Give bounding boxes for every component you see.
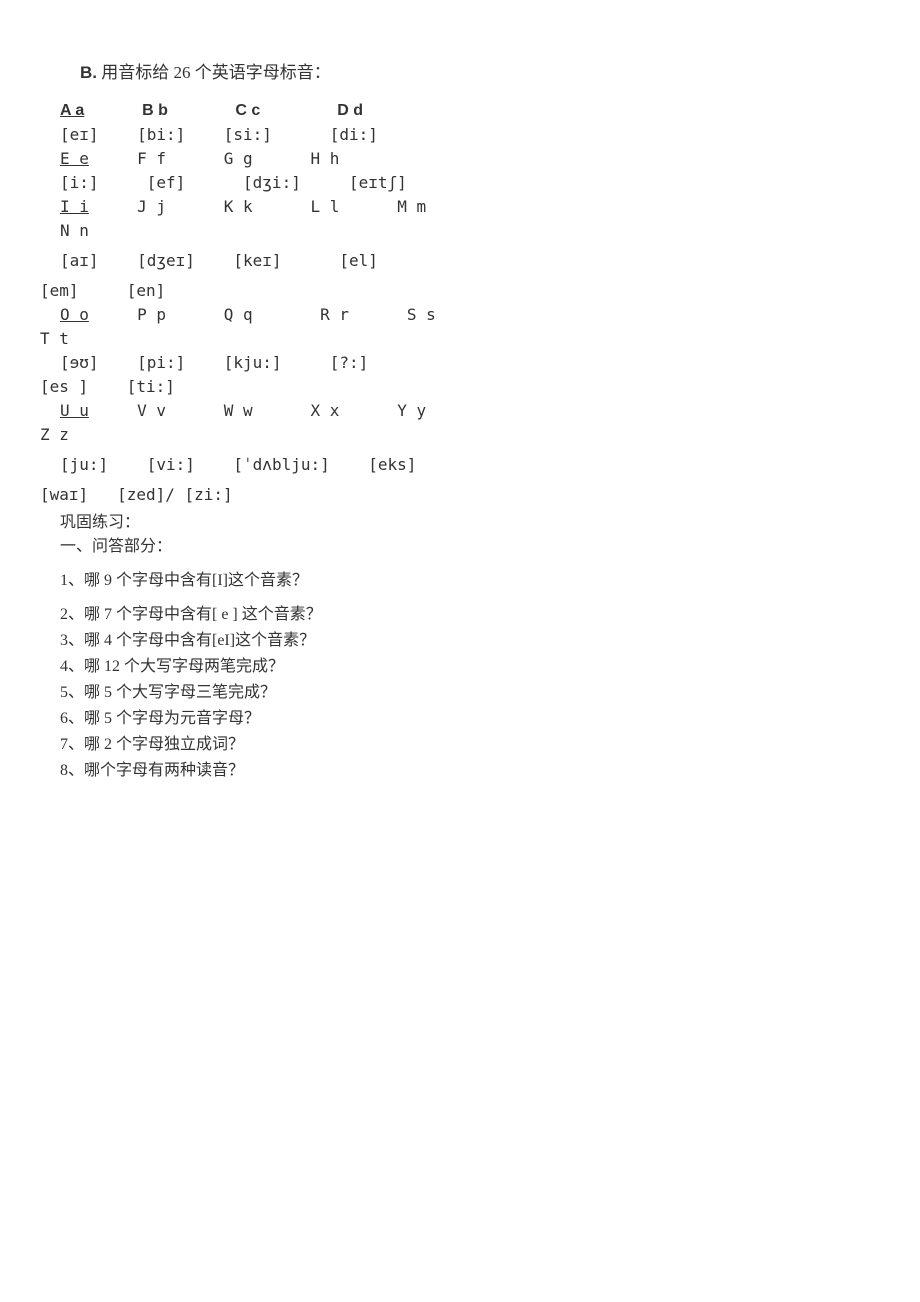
section-b-title: B. 用音标给 26 个英语字母标音：	[80, 60, 880, 86]
letter-Ss: S s	[407, 305, 436, 324]
practice-title: 巩固练习：	[60, 511, 880, 535]
letter-Bb: B b	[142, 102, 168, 119]
letter-Ff: F f	[137, 149, 166, 168]
letter-Hh: H h	[310, 149, 339, 168]
ipa-Rr: [?:]	[330, 353, 369, 372]
letter-row-5b: Z z	[40, 423, 880, 447]
ipa-Bb: [bi:]	[137, 125, 185, 144]
ipa-row-4b: [es ] [ti:]	[40, 375, 880, 399]
ipa-Nn: [en]	[127, 281, 166, 300]
section-b-text: 用音标给 26 个英语字母标音：	[101, 63, 331, 82]
letter-Jj: J j	[137, 197, 166, 216]
ipa-Gg: [dʒi:]	[243, 173, 301, 192]
letter-Tt: T t	[40, 329, 69, 348]
letter-row-4: O o P p Q q R r S s	[60, 303, 880, 327]
ipa-row-4: [ɘʊ] [pi:] [kju:] [?:]	[60, 351, 880, 375]
document-page: B. 用音标给 26 个英语字母标音： A a B b C c D d [eɪ]…	[0, 0, 920, 823]
ipa-row-2: [i:] [ef] [dʒi:] [eɪtʃ]	[60, 171, 880, 195]
question-5: 5、哪 5 个大写字母三笔完成？	[60, 681, 880, 705]
ipa-row-5b: [waɪ] [zed]/ [zi:]	[40, 483, 880, 507]
letter-Gg: G g	[224, 149, 253, 168]
ipa-Yy: [waɪ]	[40, 485, 88, 504]
ipa-Zz: [zed]/ [zi:]	[117, 485, 233, 504]
letter-Ee: E e	[60, 149, 89, 168]
question-1: 1、哪 9 个字母中含有[I]这个音素？	[60, 569, 880, 593]
letter-Pp: P p	[137, 305, 166, 324]
letter-Zz: Z z	[40, 425, 69, 444]
question-8: 8、哪个字母有两种读音？	[60, 759, 880, 783]
ipa-Ll: [el]	[339, 251, 378, 270]
ipa-Vv: [vi:]	[147, 455, 195, 474]
ipa-Ww: [ˈdʌblju:]	[233, 455, 329, 474]
letter-Ww: W w	[224, 401, 253, 420]
ipa-Kk: [keɪ]	[233, 251, 281, 270]
ipa-row-1: [eɪ] [bi:] [si:] [di:]	[60, 123, 880, 147]
ipa-Cc: [si:]	[224, 125, 272, 144]
letter-Oo: O o	[60, 305, 89, 324]
letter-row-5: U u V v W w X x Y y	[60, 399, 880, 423]
section-b-label: B.	[80, 63, 97, 82]
letter-Dd: D d	[337, 102, 363, 119]
letter-Mm: M m	[397, 197, 426, 216]
ipa-Jj: [dʒeɪ]	[137, 251, 195, 270]
ipa-row-3b: [em] [en]	[40, 279, 880, 303]
ipa-Ff: [ef]	[147, 173, 186, 192]
letter-Aa: A a	[60, 102, 84, 119]
question-3: 3、哪 4 个字母中含有[eI]这个音素？	[60, 629, 880, 653]
letter-Qq: Q q	[224, 305, 253, 324]
question-6: 6、哪 5 个字母为元音字母？	[60, 707, 880, 731]
ipa-Ss: [es ]	[40, 377, 88, 396]
letter-Uu: U u	[60, 401, 89, 420]
ipa-Ee: [i:]	[60, 173, 99, 192]
question-4: 4、哪 12 个大写字母两笔完成？	[60, 655, 880, 679]
ipa-Uu: [ju:]	[60, 455, 108, 474]
ipa-Xx: [eks]	[368, 455, 416, 474]
letter-row-4b: T t	[40, 327, 880, 351]
letter-Yy: Y y	[397, 401, 426, 420]
letter-Rr: R r	[320, 305, 349, 324]
ipa-row-3: [aɪ] [dʒeɪ] [keɪ] [el]	[60, 249, 880, 273]
practice-subtitle: 一、问答部分：	[60, 535, 880, 559]
ipa-Pp: [pi:]	[137, 353, 185, 372]
ipa-Hh: [eɪtʃ]	[349, 173, 407, 192]
ipa-Qq: [kju:]	[224, 353, 282, 372]
ipa-Ii: [aɪ]	[60, 251, 99, 270]
ipa-row-5: [ju:] [vi:] [ˈdʌblju:] [eks]	[60, 453, 880, 477]
letter-Ll: L l	[310, 197, 339, 216]
letter-Xx: X x	[310, 401, 339, 420]
letter-Ii: I i	[60, 197, 89, 216]
letter-Cc: C c	[235, 102, 260, 119]
letter-Kk: K k	[224, 197, 253, 216]
letter-row-3: I i J j K k L l M m	[60, 195, 880, 219]
letter-row-2: E e F f G g H h	[60, 147, 880, 171]
letter-Vv: V v	[137, 401, 166, 420]
letter-Nn: N n	[60, 221, 89, 240]
ipa-Oo: [ɘʊ]	[60, 353, 99, 372]
letter-row-3b: N n	[60, 219, 880, 243]
ipa-Tt: [ti:]	[127, 377, 175, 396]
ipa-Aa: [eɪ]	[60, 125, 99, 144]
ipa-Dd: [di:]	[330, 125, 378, 144]
ipa-Mm: [em]	[40, 281, 79, 300]
question-7: 7、哪 2 个字母独立成词？	[60, 733, 880, 757]
letter-row-1: A a B b C c D d	[60, 98, 880, 123]
question-2: 2、哪 7 个字母中含有[ e ] 这个音素？	[60, 603, 880, 627]
